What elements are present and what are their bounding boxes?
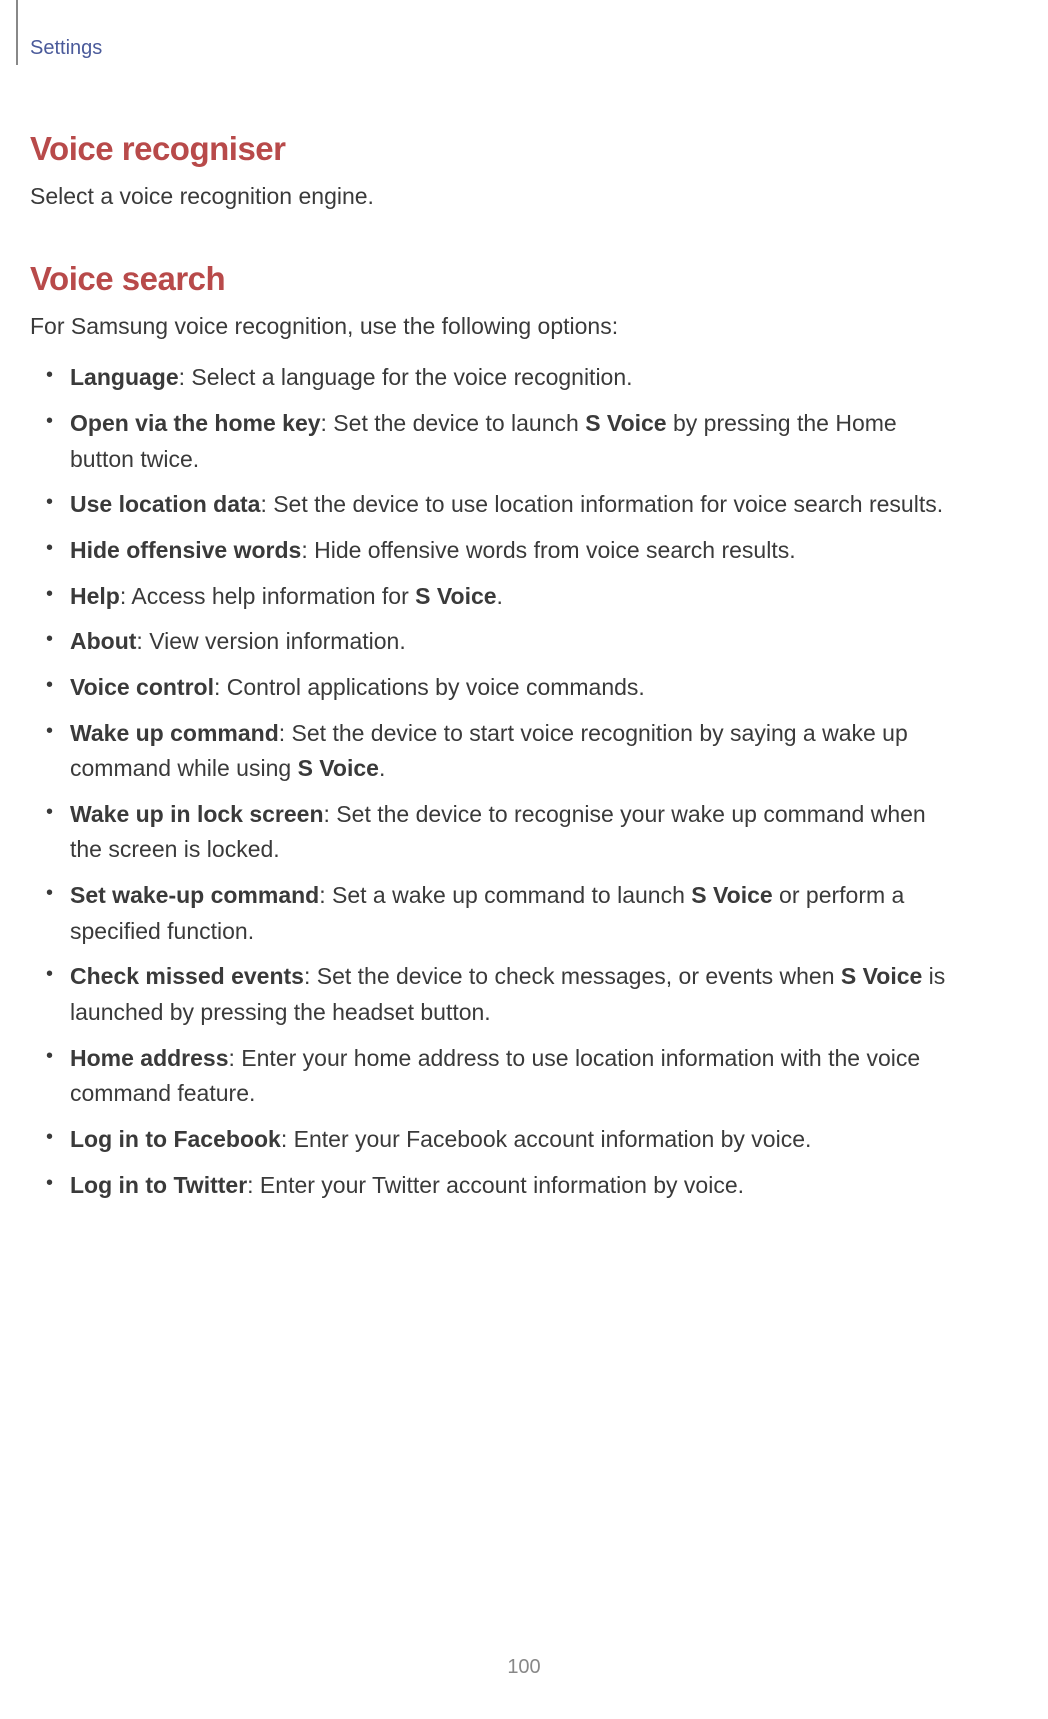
item-term: Open via the home key	[70, 410, 321, 436]
list-item: Wake up command: Set the device to start…	[70, 716, 958, 787]
page-number: 100	[0, 1656, 1048, 1679]
item-desc: : Set the device to use location informa…	[260, 491, 943, 517]
desc-voice-recogniser: Select a voice recognition engine.	[30, 180, 958, 212]
item-desc: : View version information.	[136, 628, 405, 654]
heading-voice-search: Voice search	[30, 260, 958, 298]
item-term: Wake up in lock screen	[70, 801, 324, 827]
item-pre: : Set the device to check messages, or e…	[304, 963, 841, 989]
item-pre: : Set the device to launch	[321, 410, 586, 436]
item-term: Set wake-up command	[70, 882, 319, 908]
item-bold: S Voice	[841, 963, 922, 989]
list-item: Check missed events: Set the device to c…	[70, 959, 958, 1030]
item-term: Wake up command	[70, 720, 279, 746]
item-bold: S Voice	[585, 410, 666, 436]
list-item: Hide offensive words: Hide offensive wor…	[70, 533, 958, 569]
item-term: Log in to Facebook	[70, 1126, 281, 1152]
item-term: Help	[70, 583, 120, 609]
list-item: Language: Select a language for the voic…	[70, 360, 958, 396]
item-term: About	[70, 628, 136, 654]
item-desc: : Control applications by voice commands…	[214, 674, 645, 700]
list-item: Wake up in lock screen: Set the device t…	[70, 797, 958, 868]
item-desc: : Select a language for the voice recogn…	[179, 364, 633, 390]
side-accent-line	[16, 0, 18, 65]
list-item: Voice control: Control applications by v…	[70, 670, 958, 706]
item-term: Voice control	[70, 674, 214, 700]
item-term: Home address	[70, 1045, 229, 1071]
item-bold: S Voice	[691, 882, 772, 908]
voice-search-list: Language: Select a language for the voic…	[30, 360, 958, 1203]
item-bold: S Voice	[298, 755, 379, 781]
item-term: Check missed events	[70, 963, 304, 989]
page-content: Voice recogniser Select a voice recognit…	[30, 40, 958, 1203]
list-item: Log in to Twitter: Enter your Twitter ac…	[70, 1168, 958, 1204]
intro-voice-search: For Samsung voice recognition, use the f…	[30, 310, 958, 342]
item-term: Language	[70, 364, 179, 390]
item-term: Hide offensive words	[70, 537, 301, 563]
item-desc: : Enter your Twitter account information…	[247, 1172, 744, 1198]
list-item: Help: Access help information for S Voic…	[70, 579, 958, 615]
item-desc: : Enter your Facebook account informatio…	[281, 1126, 812, 1152]
list-item: Open via the home key: Set the device to…	[70, 406, 958, 477]
list-item: Log in to Facebook: Enter your Facebook …	[70, 1122, 958, 1158]
item-pre: : Access help information for	[120, 583, 415, 609]
section-voice-search: Voice search For Samsung voice recogniti…	[30, 260, 958, 1203]
list-item: Use location data: Set the device to use…	[70, 487, 958, 523]
item-term: Use location data	[70, 491, 260, 517]
item-desc: : Hide offensive words from voice search…	[301, 537, 795, 563]
section-voice-recogniser: Voice recogniser Select a voice recognit…	[30, 130, 958, 212]
list-item: Home address: Enter your home address to…	[70, 1041, 958, 1112]
item-bold: S Voice	[415, 583, 496, 609]
list-item: About: View version information.	[70, 624, 958, 660]
breadcrumb: Settings	[30, 37, 102, 60]
list-item: Set wake-up command: Set a wake up comma…	[70, 878, 958, 949]
heading-voice-recogniser: Voice recogniser	[30, 130, 958, 168]
item-post: .	[379, 755, 385, 781]
item-post: .	[497, 583, 503, 609]
item-pre: : Set a wake up command to launch	[319, 882, 691, 908]
item-term: Log in to Twitter	[70, 1172, 247, 1198]
